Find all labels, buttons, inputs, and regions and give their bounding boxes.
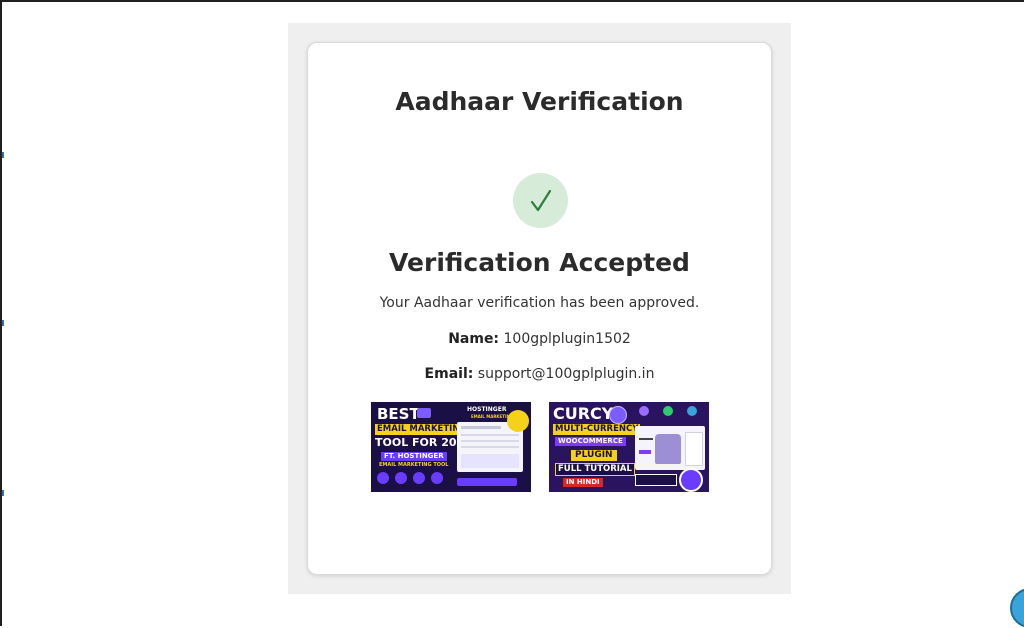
status-message: Your Aadhaar verification has been appro…	[379, 295, 700, 311]
feature-icon	[431, 472, 443, 484]
thumb-text: IN HINDI	[563, 478, 603, 487]
feature-icon	[639, 406, 649, 416]
feature-icon	[413, 472, 425, 484]
mail-icon	[417, 408, 431, 418]
email-value: support@100gplplugin.in	[477, 366, 655, 382]
feature-icon	[377, 472, 389, 484]
badge-icon	[507, 410, 529, 432]
thumb-text: BEST	[377, 405, 420, 423]
verification-card: Aadhaar Verification Verification Accept…	[307, 42, 772, 575]
feature-icon	[663, 406, 673, 416]
email-row: Email: support@100gplplugin.in	[308, 366, 771, 382]
edge-marker	[2, 152, 4, 158]
thumb-text: MULTI-CURRENCY	[553, 424, 641, 435]
name-value: 100gplplugin1502	[503, 331, 631, 347]
thumbnail-email-marketing[interactable]: BEST EMAIL MARKETING TOOL FOR 2026 FT. H…	[371, 402, 531, 492]
thumb-text: CURCY	[553, 404, 614, 423]
edge-marker	[2, 490, 4, 496]
edge-marker	[2, 320, 4, 326]
verified-badge-icon	[679, 468, 703, 492]
thumb-text: EMAIL MARKETING	[375, 424, 469, 435]
thumbnail-curcy-plugin[interactable]: CURCY MULTI-CURRENCY WOOCOMMERCE PLUGIN …	[549, 402, 709, 492]
success-check-icon	[513, 173, 568, 228]
thumb-brand: HOSTINGER	[467, 406, 507, 413]
thumb-text: PLUGIN	[571, 450, 617, 461]
feature-icon	[395, 472, 407, 484]
thumb-text: EMAIL MARKETING TOOL	[379, 462, 449, 468]
cta-strip	[635, 474, 677, 486]
plugin-logo-icon	[609, 406, 627, 424]
page-title: Aadhaar Verification	[395, 87, 684, 116]
thumb-text: WOOCOMMERCE	[555, 437, 626, 446]
status-title: Verification Accepted	[389, 248, 690, 277]
page-container: Aadhaar Verification Verification Accept…	[288, 23, 791, 594]
thumb-text: FT. HOSTINGER	[381, 452, 447, 461]
email-label: Email:	[424, 366, 474, 382]
product-screenshot	[635, 426, 705, 470]
cta-strip	[457, 478, 517, 486]
thumb-text: FULL TUTORIAL	[555, 463, 635, 476]
name-label: Name:	[448, 331, 500, 347]
feature-icon	[687, 406, 697, 416]
name-row: Name: 100gplplugin1502	[308, 331, 771, 347]
